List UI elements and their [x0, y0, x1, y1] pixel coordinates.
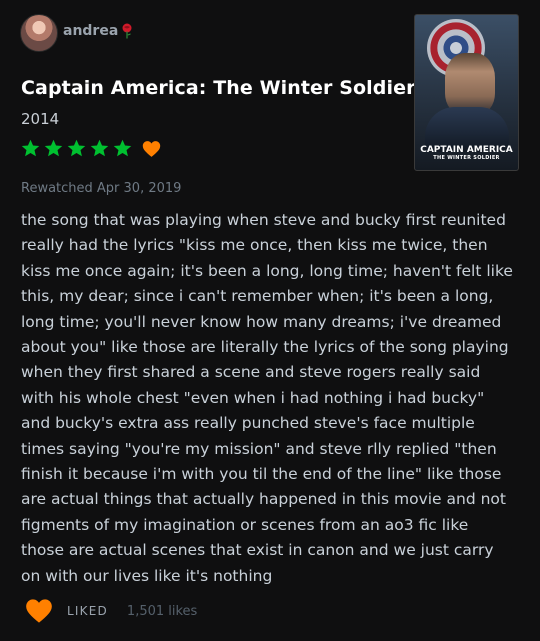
film-poster[interactable]: CAPTAIN AMERICA THE WINTER SOLDIER: [414, 14, 519, 171]
star-icon: [90, 139, 109, 157]
username[interactable]: andrea: [63, 23, 134, 39]
review-text: the song that was playing when steve and…: [21, 211, 513, 585]
poster-caption: CAPTAIN AMERICA THE WINTER SOLDIER: [415, 146, 518, 162]
star-rating: [20, 138, 161, 159]
like-heart-icon[interactable]: [25, 598, 53, 624]
username-text: andrea: [63, 23, 119, 39]
star-icon: [67, 139, 86, 157]
heart-icon: [142, 140, 161, 157]
avatar[interactable]: [20, 14, 58, 52]
star-icon: [44, 139, 63, 157]
star-icon: [21, 139, 40, 157]
film-year[interactable]: 2014: [21, 110, 59, 128]
poster-subtitle: THE WINTER SOLDIER: [433, 155, 500, 161]
star-icon: [113, 139, 132, 157]
film-title[interactable]: Captain America: The Winter Soldier: [21, 77, 416, 99]
review-body: the song that was playing when steve and…: [21, 208, 516, 589]
like-row: LIKED 1,501 likes: [25, 598, 197, 624]
poster-title: CAPTAIN AMERICA: [420, 145, 513, 155]
likes-count[interactable]: 1,501 likes: [127, 604, 197, 619]
poster-figure: [445, 53, 495, 115]
liked-label[interactable]: LIKED: [67, 604, 108, 618]
rose-icon: [122, 23, 132, 39]
watched-date: Rewatched Apr 30, 2019: [21, 181, 182, 196]
